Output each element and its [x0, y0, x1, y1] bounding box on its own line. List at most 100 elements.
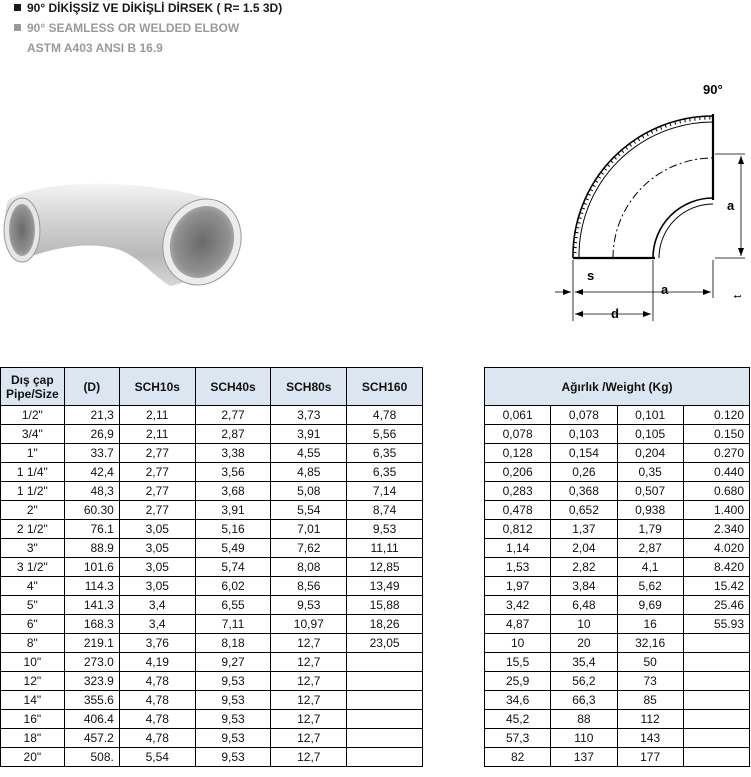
- table-cell: 12,7: [270, 728, 348, 748]
- table-cell: 8,18: [194, 633, 272, 653]
- table-cell: 273.0: [63, 652, 120, 672]
- header-sch160: SCH160: [346, 367, 423, 406]
- table-cell: 7,14: [346, 481, 423, 501]
- table-cell: 15,88: [346, 595, 423, 615]
- table-cell: 137: [550, 747, 618, 767]
- table-cell: [682, 728, 751, 748]
- table-cell: [682, 747, 751, 767]
- table-cell: 10,97: [270, 614, 348, 634]
- table-cell: 6,48: [550, 595, 618, 615]
- table-cell: 0,35: [616, 462, 684, 482]
- table-cell: 8.420: [682, 557, 751, 577]
- table-cell: 1 1/2": [0, 481, 65, 501]
- table-cell: 143: [616, 728, 684, 748]
- table-row: 20" 508. 5,54 9,53 12,7: [0, 747, 423, 767]
- table-cell: 35,4: [550, 652, 618, 672]
- table-cell: 8": [0, 633, 65, 653]
- header-sch40s: SCH40s: [194, 367, 272, 406]
- table-row: 1,14 2,04 2,87 4.020: [483, 538, 751, 558]
- table-cell: 5,56: [346, 424, 423, 444]
- table-cell: 6,35: [346, 462, 423, 482]
- table-cell: 9,53: [194, 747, 272, 767]
- dimension-d: d: [611, 306, 619, 321]
- table-cell: 9,53: [194, 671, 272, 691]
- table-row: 82 137 177: [483, 747, 751, 767]
- header-sch10s: SCH10s: [118, 367, 196, 406]
- table-cell: 3/4": [0, 424, 65, 444]
- table-cell: 3,91: [270, 424, 348, 444]
- table-cell: [346, 747, 423, 767]
- table-cell: 4,78: [346, 405, 423, 425]
- table-cell: [346, 728, 423, 748]
- dimension-t: t: [732, 295, 744, 298]
- table-row: 3 1/2" 101.6 3,05 5,74 8,08 12,85: [0, 557, 423, 577]
- table-cell: 0,283: [483, 481, 552, 501]
- header-sch80s: SCH80s: [270, 367, 348, 406]
- table-cell: 10: [483, 633, 552, 653]
- table-cell: 1 1/4": [0, 462, 65, 482]
- table-cell: 112: [616, 709, 684, 729]
- table-row: 16" 406.4 4,78 9,53 12,7: [0, 709, 423, 729]
- table-cell: 12,7: [270, 747, 348, 767]
- table-row: 3" 88.9 3,05 5,49 7,62 11,11: [0, 538, 423, 558]
- table-row: 12" 323.9 4,78 9,53 12,7: [0, 671, 423, 691]
- table-cell: 3,4: [118, 614, 196, 634]
- table-cell: 55.93: [682, 614, 751, 634]
- table-cell: 3,68: [194, 481, 272, 501]
- table-cell: 4,78: [118, 690, 196, 710]
- table-row: 34,6 66,3 85: [483, 690, 751, 710]
- table-cell: 5,08: [270, 481, 348, 501]
- table-cell: 12,7: [270, 671, 348, 691]
- table-cell: 11,11: [346, 538, 423, 558]
- table-cell: 20": [0, 747, 65, 767]
- table-row: 3/4" 26,9 2,11 2,87 3,91 5,56: [0, 424, 423, 444]
- weight-header-row: Ağırlık /Weight (Kg): [484, 367, 750, 406]
- table-cell: 82: [483, 747, 552, 767]
- table-cell: 16": [0, 709, 65, 729]
- table-cell: [346, 709, 423, 729]
- table-cell: 101.6: [63, 557, 120, 577]
- table-cell: 0,812: [483, 519, 552, 539]
- table-cell: 88.9: [63, 538, 120, 558]
- table-cell: 15.42: [682, 576, 751, 596]
- title-turkish: 90° DİKİŞSİZ VE DİKİŞLİ DİRSEK ( R= 1.5 …: [14, 1, 282, 15]
- table-cell: 0,478: [483, 500, 552, 520]
- table-cell: 0,128: [483, 443, 552, 463]
- table-cell: 0.680: [682, 481, 751, 501]
- table-cell: 406.4: [63, 709, 120, 729]
- table-cell: 15,5: [483, 652, 552, 672]
- table-cell: 4,87: [483, 614, 552, 634]
- table-row: 4,87 10 16 55.93: [483, 614, 751, 634]
- table-cell: 0,105: [616, 424, 684, 444]
- table-cell: 355.6: [63, 690, 120, 710]
- table-row: 0,128 0,154 0,204 0.270: [483, 443, 751, 463]
- table-cell: 9,69: [616, 595, 684, 615]
- table-cell: 12,7: [270, 652, 348, 672]
- header-diameter: (D): [63, 367, 120, 406]
- table-cell: 9,53: [270, 595, 348, 615]
- table-cell: 32,16: [616, 633, 684, 653]
- table-cell: 0,507: [616, 481, 684, 501]
- table-cell: 4,78: [118, 728, 196, 748]
- table-cell: 5,49: [194, 538, 272, 558]
- table-cell: 4,1: [616, 557, 684, 577]
- table-cell: 25.46: [682, 595, 751, 615]
- table-cell: 0,26: [550, 462, 618, 482]
- table-row: 0,061 0,078 0,101 0.120: [483, 405, 751, 425]
- table-cell: 6,02: [194, 576, 272, 596]
- table-cell: 2,82: [550, 557, 618, 577]
- table-cell: 1,97: [483, 576, 552, 596]
- table-cell: 1.400: [682, 500, 751, 520]
- table-cell: 66,3: [550, 690, 618, 710]
- dimension-s: s: [587, 268, 594, 283]
- table-cell: 2,04: [550, 538, 618, 558]
- table-cell: 5,62: [616, 576, 684, 596]
- dimensions-header-row: Dış çap Pipe/Size (D) SCH10s SCH40s SCH8…: [0, 367, 423, 406]
- table-cell: 7,01: [270, 519, 348, 539]
- table-cell: 0,206: [483, 462, 552, 482]
- table-row: 25,9 56,2 73: [483, 671, 751, 691]
- table-cell: 85: [616, 690, 684, 710]
- table-cell: 4.020: [682, 538, 751, 558]
- table-cell: 3,56: [194, 462, 272, 482]
- table-cell: 1,37: [550, 519, 618, 539]
